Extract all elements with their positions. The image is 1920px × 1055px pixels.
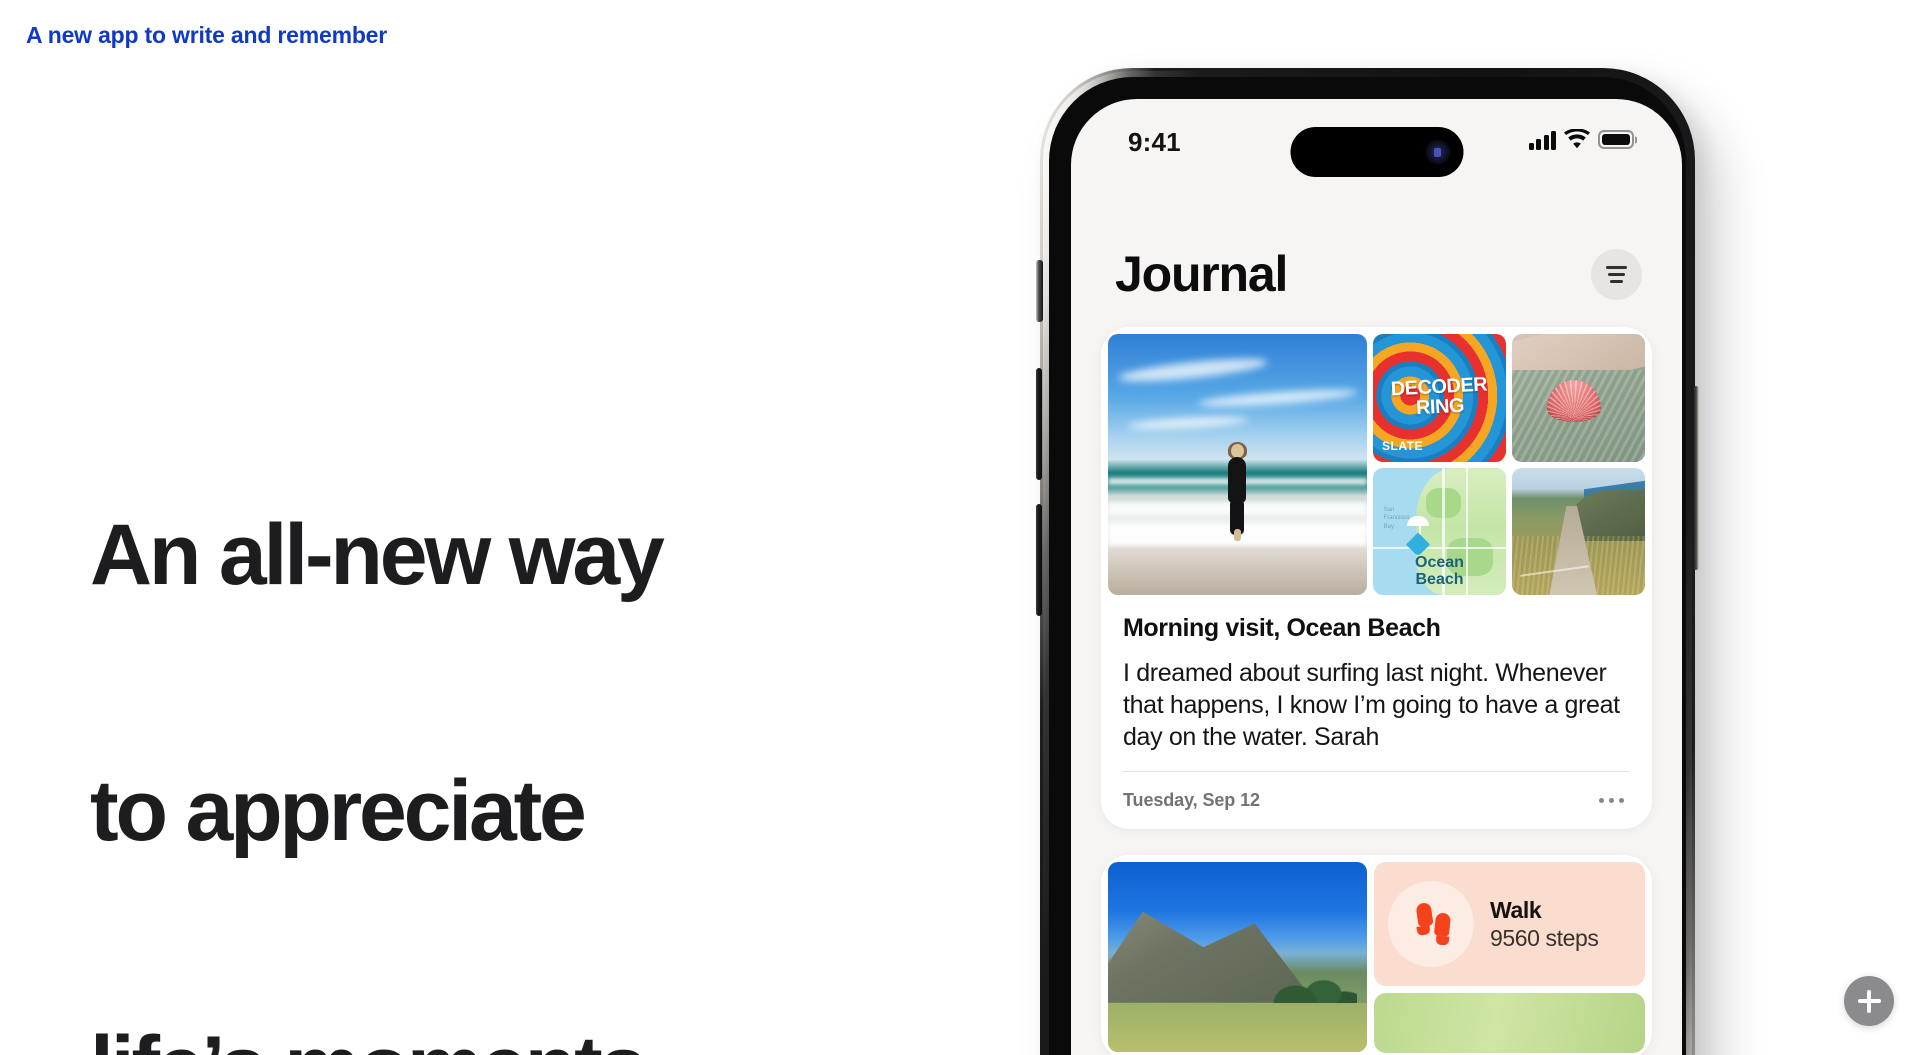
podcast-artwork-title: DECODER RING <box>1373 374 1506 421</box>
status-bar-indicators <box>1528 128 1634 150</box>
power-button[interactable] <box>1693 386 1699 570</box>
add-entry-button[interactable] <box>1844 976 1894 1026</box>
beach-umbrella-pin-icon <box>1406 503 1462 557</box>
filter-lines-icon[interactable] <box>1591 248 1642 300</box>
seashell-photo[interactable] <box>1512 334 1645 462</box>
entry-widget-column: Walk 9560 steps <box>1374 862 1645 1053</box>
mountain-meadow-photo[interactable] <box>1108 862 1367 1052</box>
green-photo-strip[interactable] <box>1374 993 1645 1053</box>
app-header: Journal <box>1071 229 1682 319</box>
journal-entry-card[interactable]: DECODER RING SLATE San Francisco Bay Oce… <box>1101 327 1652 829</box>
entry-media-collage: DECODER RING SLATE San Francisco Bay Oce… <box>1101 327 1652 602</box>
volume-up-button[interactable] <box>1036 368 1042 480</box>
battery-full-icon <box>1598 130 1634 149</box>
beach-surfer-photo[interactable] <box>1108 334 1367 595</box>
action-button[interactable] <box>1036 260 1043 322</box>
ellipsis-icon[interactable] <box>1593 792 1630 809</box>
page-title: An all-new way to appreciate life’s mome… <box>90 340 810 1055</box>
map-thumbnail[interactable]: San Francisco Bay Ocean Beach <box>1373 467 1506 595</box>
walk-widget-title: Walk <box>1490 896 1542 923</box>
headline-line-2: to appreciate <box>90 763 587 859</box>
app-title: Journal <box>1115 246 1288 302</box>
front-camera-icon <box>1425 139 1450 165</box>
eyebrow-link[interactable]: A new app to write and remember <box>26 22 387 49</box>
headline-block: An all-new way to appreciate life’s mome… <box>90 340 810 1055</box>
headline-line-1: An all-new way <box>90 507 665 603</box>
walk-widget[interactable]: Walk 9560 steps <box>1374 862 1645 986</box>
cellular-bars-icon <box>1528 129 1556 150</box>
volume-down-button[interactable] <box>1036 504 1042 616</box>
dynamic-island <box>1290 127 1463 177</box>
phone-frame: 9:41 Journal DECODER RING SLATE San Fran… <box>1036 68 1699 1055</box>
journal-entry-card[interactable]: Walk 9560 steps <box>1101 855 1652 1055</box>
entry-footer: Tuesday, Sep 12 <box>1123 771 1630 829</box>
entry-body: Morning visit, Ocean Beach I dreamed abo… <box>1101 602 1652 771</box>
page-root: A new app to write and remember An all-n… <box>0 0 1920 1055</box>
phone-bezel: 9:41 Journal DECODER RING SLATE San Fran… <box>1049 77 1686 1055</box>
wifi-icon <box>1564 128 1590 150</box>
map-label-line-1: Ocean <box>1415 554 1464 572</box>
footprints-icon <box>1388 881 1474 967</box>
entry-title: Morning visit, Ocean Beach <box>1123 614 1441 642</box>
podcast-brand-label: SLATE <box>1382 438 1423 453</box>
status-bar-time: 9:41 <box>1128 127 1181 157</box>
entry-date: Tuesday, Sep 12 <box>1123 790 1260 810</box>
entry-text: I dreamed about surfing last night. When… <box>1123 659 1620 751</box>
walk-widget-text: Walk 9560 steps <box>1490 896 1599 952</box>
iphone-mockup: 9:41 Journal DECODER RING SLATE San Fran… <box>1036 68 1700 1055</box>
podcast-artwork[interactable]: DECODER RING SLATE <box>1373 334 1506 462</box>
entry-media-grid: DECODER RING SLATE San Francisco Bay Oce… <box>1373 334 1645 595</box>
journal-feed[interactable]: DECODER RING SLATE San Francisco Bay Oce… <box>1071 327 1682 1055</box>
phone-screen: 9:41 Journal DECODER RING SLATE San Fran… <box>1071 99 1682 1055</box>
coastal-road-photo[interactable] <box>1512 467 1645 595</box>
headline-line-3: life’s moments <box>90 1024 810 1055</box>
status-bar: 9:41 <box>1071 99 1682 191</box>
map-location-label: Ocean Beach <box>1373 555 1506 589</box>
walk-widget-subtitle: 9560 steps <box>1490 925 1599 951</box>
map-label-line-2: Beach <box>1415 571 1464 589</box>
